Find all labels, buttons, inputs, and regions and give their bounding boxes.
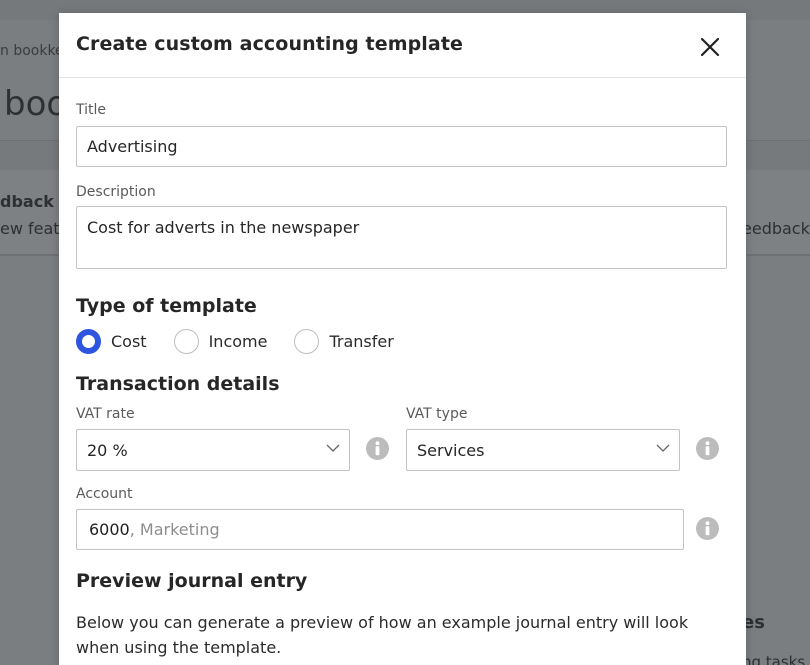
- background-right-text: ng tasks: [742, 653, 806, 665]
- vat-type-value: Services: [417, 440, 485, 460]
- account-info-button[interactable]: [696, 517, 719, 540]
- radio-button-unchecked[interactable]: [294, 329, 320, 354]
- radio-option-transfer[interactable]: Transfer: [294, 329, 394, 354]
- radio-button-unchecked[interactable]: [173, 329, 199, 354]
- close-icon: [700, 37, 720, 57]
- preview-description: Below you can generate a preview of how …: [76, 613, 689, 657]
- title-label: Title: [76, 102, 107, 118]
- account-name: , Marketing: [129, 520, 220, 539]
- modal-header: Create custom accounting template: [59, 13, 746, 78]
- radio-option-cost[interactable]: Cost: [76, 329, 147, 354]
- close-button[interactable]: [699, 36, 721, 58]
- title-input-value: Advertising: [87, 137, 178, 156]
- vat-rate-label: VAT rate: [76, 406, 135, 422]
- description-textarea[interactable]: Cost for adverts in the newspaper: [76, 206, 727, 269]
- background-breadcrumb: n bookke: [0, 43, 64, 59]
- background-feedback-title: dback: [0, 192, 54, 211]
- title-input[interactable]: Advertising: [76, 126, 727, 167]
- account-label: Account: [76, 486, 133, 502]
- description-label: Description: [76, 184, 156, 200]
- chevron-down-icon: [656, 444, 670, 452]
- vat-type-label: VAT type: [406, 406, 468, 422]
- info-icon: [375, 441, 380, 456]
- transaction-details-heading: Transaction details: [76, 373, 280, 395]
- vat-type-info-button[interactable]: [696, 437, 719, 460]
- description-textarea-value: Cost for adverts in the newspaper: [87, 218, 360, 237]
- radio-label-transfer: Transfer: [329, 332, 394, 351]
- modal-title: Create custom accounting template: [76, 33, 464, 55]
- radio-option-income[interactable]: Income: [173, 329, 268, 354]
- background-page-title: boo: [4, 84, 68, 124]
- info-icon: [705, 521, 710, 536]
- background-feedback-text-right: eedback.: [742, 219, 810, 238]
- radio-label-income: Income: [208, 332, 268, 351]
- template-type-radio-group: Cost Income Transfer: [76, 329, 421, 354]
- vat-rate-select[interactable]: 20 %: [76, 429, 350, 471]
- vat-rate-info-button[interactable]: [366, 437, 389, 460]
- radio-button-checked[interactable]: [76, 329, 101, 354]
- create-template-modal: Create custom accounting template Title …: [59, 13, 746, 665]
- chevron-down-icon: [326, 444, 340, 452]
- radio-label-cost: Cost: [111, 332, 147, 351]
- vat-rate-value: 20 %: [87, 440, 128, 460]
- account-input[interactable]: 6000, Marketing: [76, 509, 684, 550]
- account-code: 6000: [89, 520, 130, 539]
- template-type-heading: Type of template: [76, 295, 257, 317]
- info-icon: [705, 441, 710, 456]
- preview-heading: Preview journal entry: [76, 570, 308, 592]
- vat-type-select[interactable]: Services: [406, 429, 680, 471]
